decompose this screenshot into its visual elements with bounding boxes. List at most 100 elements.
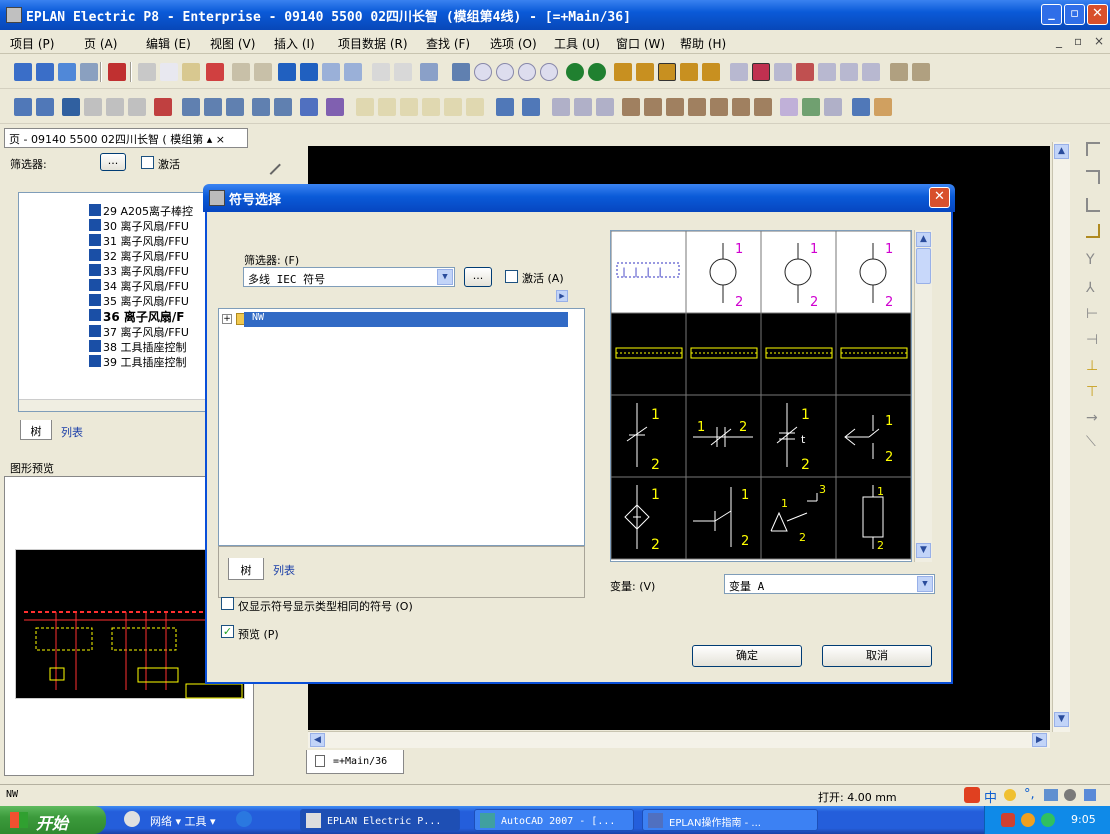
tree-item[interactable]: 37 离子风扇/FFU [89, 324, 189, 340]
ime-logo-icon[interactable] [964, 787, 980, 803]
symbol-cell-switch[interactable] [686, 477, 761, 559]
tool-l-icon[interactable] [890, 63, 908, 81]
tool-k-icon[interactable] [862, 63, 880, 81]
grid-d-icon[interactable] [680, 63, 698, 81]
quicklaunch-menus[interactable]: 网络 ▾ 工具 ▾ [150, 813, 216, 829]
ime-keyboard-icon[interactable] [1044, 789, 1058, 801]
tool-i-icon[interactable] [818, 63, 836, 81]
doc-minimize-button[interactable]: _ [1056, 34, 1062, 48]
tree-item[interactable]: 33 离子风扇/FFU [89, 263, 189, 279]
tool-w-icon[interactable] [622, 98, 640, 116]
menu-view[interactable]: 视图 (V) [210, 35, 255, 52]
cut-icon[interactable] [138, 63, 156, 81]
ime-moon-icon[interactable] [1004, 789, 1016, 801]
tool-d-icon[interactable] [394, 63, 412, 81]
minimize-button[interactable]: _ [1041, 4, 1062, 25]
chevron-down-icon[interactable]: ▼ [437, 269, 453, 285]
snap-object-icon[interactable] [752, 63, 770, 81]
dialog-close-button[interactable]: ✕ [929, 187, 950, 208]
tree-item[interactable]: 31 离子风扇/FFU [89, 233, 189, 249]
tool-s-icon[interactable] [522, 98, 540, 116]
symbol-cell-sensor[interactable] [611, 477, 686, 559]
junction-c-icon[interactable]: ⊣ [1086, 332, 1100, 348]
symbol-cell-changeover[interactable] [761, 477, 836, 559]
scroll-down-icon[interactable]: ▼ [1054, 712, 1069, 727]
scroll-down-icon[interactable]: ▼ [916, 543, 931, 558]
tool-q-icon[interactable] [154, 98, 172, 116]
insert-c-icon[interactable] [226, 98, 244, 116]
chevron-down-icon[interactable]: ▼ [917, 576, 933, 592]
tool-ag-icon[interactable] [852, 98, 870, 116]
scroll-left-icon[interactable]: ◀ [310, 733, 325, 747]
page-b-icon[interactable] [36, 98, 54, 116]
symbol-cell-terminal-strip[interactable] [611, 231, 686, 313]
menu-edit[interactable]: 编辑 (E) [146, 35, 191, 52]
symbol-cell-motor-b[interactable] [761, 231, 836, 313]
doc-restore-button[interactable]: ▫ [1074, 34, 1082, 48]
insert-b-icon[interactable] [204, 98, 222, 116]
tree-item-current[interactable]: 36 离子风扇/F [89, 308, 184, 325]
close-button[interactable]: ✕ [1087, 4, 1108, 25]
line-tool-icon[interactable] [261, 155, 281, 175]
symbol-cell-busbar-b[interactable] [686, 313, 761, 395]
delete-icon[interactable] [206, 63, 224, 81]
tool-h-icon[interactable] [796, 63, 814, 81]
expand-arrow-icon[interactable]: ▶ [556, 290, 568, 302]
menu-help[interactable]: 帮助 (H) [680, 35, 726, 52]
scroll-thumb[interactable] [916, 248, 931, 284]
symbol-cell-fuse[interactable] [836, 477, 911, 559]
ime-punct-icon[interactable]: °, [1024, 787, 1035, 802]
menu-find[interactable]: 查找 (F) [426, 35, 470, 52]
grid-c-icon[interactable] [658, 63, 676, 81]
redo-icon[interactable] [300, 63, 318, 81]
symbol-grid-scrollbar[interactable]: ▲ ▼ [914, 230, 932, 562]
zoom-100-icon[interactable] [540, 63, 558, 81]
corner-bl-icon[interactable] [1086, 198, 1100, 212]
preview-checkbox[interactable]: ✓ [221, 625, 234, 638]
ime-user-icon[interactable] [1064, 789, 1076, 801]
insert-d-icon[interactable] [252, 98, 270, 116]
page-tab[interactable]: =+Main/36 [306, 750, 404, 774]
nav-tab-list[interactable]: 列表 [54, 422, 90, 440]
insert-g-icon[interactable] [326, 98, 344, 116]
tree-expand-icon[interactable]: + [222, 314, 232, 324]
tree-item[interactable]: 29 A205离子棒控 [89, 203, 193, 219]
tool-ab-icon[interactable] [732, 98, 750, 116]
tree-root-item[interactable]: NW [244, 312, 568, 327]
tree-item[interactable]: 34 离子风扇/FFU [89, 278, 189, 294]
doc-e-icon[interactable] [444, 98, 462, 116]
tool-ae-icon[interactable] [802, 98, 820, 116]
tool-y-icon[interactable] [666, 98, 684, 116]
task-autocad[interactable]: AutoCAD 2007 - [... [474, 809, 634, 831]
browser-icon[interactable] [236, 811, 252, 827]
variant-combo[interactable]: 变量 A ▼ [724, 574, 935, 594]
redo-list-icon[interactable] [344, 63, 362, 81]
tool-v-icon[interactable] [596, 98, 614, 116]
insert-a-icon[interactable] [182, 98, 200, 116]
menu-project[interactable]: 项目 (P) [10, 35, 54, 52]
corner-tl-icon[interactable] [1086, 142, 1100, 156]
scroll-right-icon[interactable]: ▶ [1032, 733, 1047, 747]
tool-j-icon[interactable] [840, 63, 858, 81]
doc-close-button[interactable]: × [1094, 34, 1104, 48]
tray-network-icon[interactable] [1041, 813, 1055, 827]
tool-z-icon[interactable] [688, 98, 706, 116]
junction-a-icon[interactable]: ⅄ [1086, 280, 1100, 296]
ime-settings-icon[interactable] [1084, 789, 1096, 801]
dialog-tab-tree[interactable]: 树 [228, 558, 264, 580]
menu-window[interactable]: 窗口 (W) [616, 35, 665, 52]
undo-icon[interactable] [278, 63, 296, 81]
symbol-cell-busbar-c[interactable] [761, 313, 836, 395]
open-project-icon[interactable] [14, 63, 32, 81]
undo-list-icon[interactable] [322, 63, 340, 81]
junction-b-icon[interactable]: ⊢ [1086, 306, 1100, 322]
junction-d-icon[interactable]: ⊥ [1086, 358, 1100, 374]
symbol-cell-timer-contact[interactable] [761, 395, 836, 477]
tool-b-icon[interactable] [254, 63, 272, 81]
corner-tr-icon[interactable] [1086, 170, 1100, 184]
tool-af-icon[interactable] [824, 98, 842, 116]
forward-icon[interactable] [588, 63, 606, 81]
tree-item[interactable]: 38 工具插座控制 [89, 339, 187, 355]
tool-a-icon[interactable] [232, 63, 250, 81]
grid-b-icon[interactable] [636, 63, 654, 81]
